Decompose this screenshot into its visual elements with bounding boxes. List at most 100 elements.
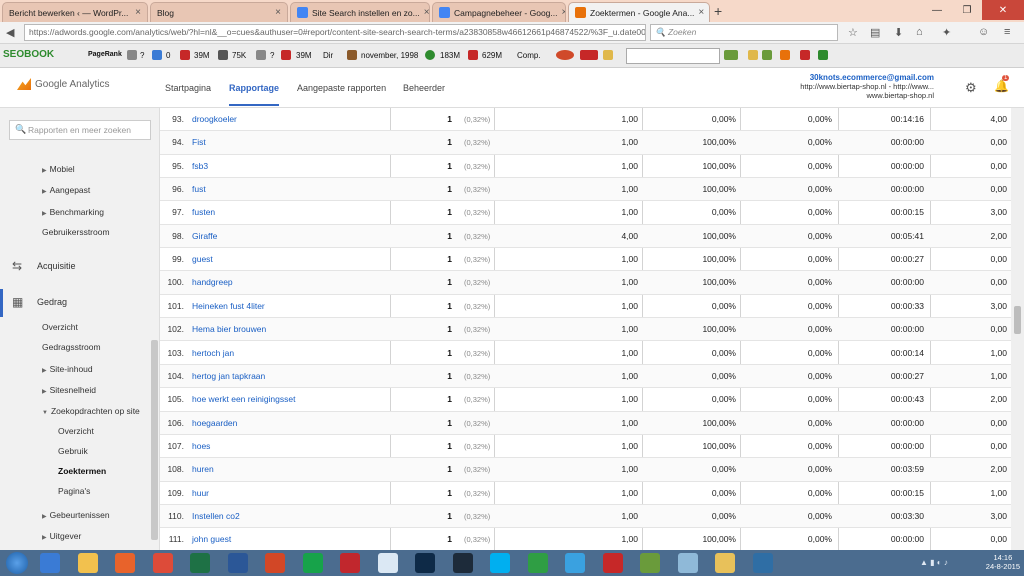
search-term-link[interactable]: droogkoeler: [192, 114, 237, 124]
search-term-link[interactable]: Heineken fust 4liter: [192, 301, 265, 311]
page-scrollbar[interactable]: [1011, 108, 1024, 550]
search-term-link[interactable]: huren: [192, 464, 214, 474]
browser-tab[interactable]: Campagnebeheer - Goog... ×: [432, 2, 566, 22]
taskbar-app-icon[interactable]: [190, 553, 210, 573]
sidebar-item-publisher[interactable]: ▶ Uitgever: [42, 531, 81, 541]
taskbar-app-icon[interactable]: [265, 553, 285, 573]
tab-admin[interactable]: Beheerder: [403, 83, 445, 93]
taskbar-app-icon[interactable]: [677, 553, 698, 573]
chat-icon[interactable]: ☺: [978, 26, 989, 38]
notification-bell-icon[interactable]: 🔔 1: [994, 75, 1010, 93]
gear-icon[interactable]: [127, 50, 137, 60]
taskbar-app-icon[interactable]: [602, 553, 623, 573]
taskbar-app-icon[interactable]: [152, 553, 173, 573]
address-bar[interactable]: https://adwords.google.com/analytics/web…: [24, 24, 646, 41]
tab-custom-reports[interactable]: Aangepaste rapporten: [297, 83, 386, 93]
sidebar-item-users-flow[interactable]: Gebruikersstroom: [42, 227, 110, 237]
browser-tab[interactable]: Blog ×: [150, 2, 288, 22]
system-clock[interactable]: 14:16 24-8-2015: [986, 553, 1020, 571]
taskbar-app-icon[interactable]: [490, 553, 510, 573]
seobook-logo[interactable]: SEOBOOK: [3, 49, 54, 60]
star-icon[interactable]: ☆: [848, 26, 858, 39]
window-close-icon[interactable]: ✕: [982, 0, 1024, 20]
gear-icon[interactable]: ⚙: [965, 80, 977, 96]
search-term-link[interactable]: fsb3: [192, 161, 208, 171]
sidebar-section-acquisition[interactable]: Acquisitie: [37, 261, 76, 271]
new-tab-icon[interactable]: +: [714, 3, 722, 19]
account-selector[interactable]: 30knots.ecommerce@gmail.com http://www.b…: [800, 73, 934, 100]
start-button[interactable]: [6, 552, 28, 574]
tag-icon[interactable]: [748, 50, 758, 60]
addon-icon[interactable]: ✦: [942, 26, 951, 39]
taskbar-app-icon[interactable]: [527, 553, 548, 573]
taskbar-app-icon[interactable]: [752, 553, 773, 573]
tab-reporting[interactable]: Rapportage: [229, 83, 280, 106]
maximize-icon[interactable]: ❐: [952, 0, 982, 20]
ring-icon[interactable]: [425, 50, 435, 60]
taskbar-app-icon[interactable]: [115, 553, 135, 573]
taskbar-app-icon[interactable]: [340, 553, 360, 573]
majestic-icon[interactable]: [281, 50, 291, 60]
search-term-link[interactable]: Giraffe: [192, 231, 217, 241]
search-term-link[interactable]: fust: [192, 184, 206, 194]
search-term-link[interactable]: fusten: [192, 207, 215, 217]
search-term-link[interactable]: handgreep: [192, 277, 233, 287]
sidebar-subitem-overview[interactable]: Overzicht: [58, 426, 94, 436]
close-icon[interactable]: ×: [275, 7, 281, 18]
archive-icon[interactable]: [347, 50, 357, 60]
close-icon[interactable]: ×: [135, 7, 141, 18]
sidebar-subitem-usage[interactable]: Gebruik: [58, 446, 88, 456]
seo-search-input[interactable]: [626, 48, 720, 64]
search-term-link[interactable]: hertoch jan: [192, 348, 234, 358]
report-search-input[interactable]: 🔍 Rapporten en meer zoeken: [9, 120, 151, 140]
leaf-icon[interactable]: [762, 50, 772, 60]
search-term-link[interactable]: Instellen co2: [192, 511, 240, 521]
taskbar-app-icon[interactable]: [377, 553, 398, 573]
taskbar-app-icon[interactable]: [40, 553, 60, 573]
close-icon[interactable]: ×: [424, 7, 429, 18]
home-icon[interactable]: ⌂: [916, 26, 923, 38]
search-term-link[interactable]: Hema bier brouwen: [192, 324, 266, 334]
taskbar-app-icon[interactable]: [77, 553, 98, 573]
majestic-icon[interactable]: [468, 50, 478, 60]
gear-icon[interactable]: [256, 50, 266, 60]
sidebar-item-overview[interactable]: Overzicht: [42, 322, 78, 332]
sidebar-subitem-search-terms[interactable]: Zoektermen: [58, 466, 106, 476]
pages-icon[interactable]: [800, 50, 810, 60]
ufo-icon[interactable]: [556, 50, 574, 60]
sidebar-item-events[interactable]: ▶ Gebeurtenissen: [42, 510, 110, 520]
browser-search-input[interactable]: 🔍 Zoeken: [650, 24, 838, 41]
sidebar-item-custom[interactable]: ▶ Aangepast: [42, 185, 90, 195]
sidebar-section-behavior[interactable]: Gedrag: [37, 297, 67, 307]
taskbar-app-icon[interactable]: [565, 553, 585, 573]
search-term-link[interactable]: hoes: [192, 441, 210, 451]
sidebar-scrollbar[interactable]: [151, 340, 158, 540]
close-icon[interactable]: ×: [698, 7, 704, 18]
sidebar-item-mobile[interactable]: ▶ Mobiel: [42, 164, 75, 174]
link-icon[interactable]: [152, 50, 162, 60]
taskbar-app-icon[interactable]: [302, 553, 323, 573]
download-icon[interactable]: ⬇: [894, 26, 903, 39]
search-term-link[interactable]: guest: [192, 254, 213, 264]
search-term-link[interactable]: hoegaarden: [192, 418, 237, 428]
rss-icon[interactable]: [780, 50, 790, 60]
taskbar-app-icon[interactable]: [640, 553, 660, 573]
close-icon[interactable]: ×: [561, 7, 565, 18]
sidebar-item-site-search[interactable]: ▼ Zoekopdrachten op site: [42, 406, 140, 416]
taskbar-app-icon[interactable]: [452, 553, 473, 573]
taskbar-app-icon[interactable]: [715, 553, 735, 573]
menu-icon[interactable]: ≡: [1004, 26, 1010, 38]
tab-home[interactable]: Startpagina: [165, 83, 211, 93]
system-tray-icons[interactable]: ▲ ▮ ◐ ♪: [920, 558, 948, 567]
taskbar-app-icon[interactable]: [415, 553, 435, 573]
sidebar-item-behavior-flow[interactable]: Gedragsstroom: [42, 342, 101, 352]
search-term-link[interactable]: hoe werkt een reinigingsset: [192, 394, 295, 404]
search-term-link[interactable]: Fist: [192, 137, 206, 147]
sidebar-item-site-speed[interactable]: ▶ Sitesnelheid: [42, 385, 96, 395]
back-icon[interactable]: ◀: [6, 26, 14, 39]
taskbar-app-icon[interactable]: [227, 553, 248, 573]
note-icon[interactable]: [603, 50, 613, 60]
browser-tab[interactable]: Bericht bewerken ‹ — WordPr... ×: [2, 2, 148, 22]
scrollbar-thumb[interactable]: [1014, 306, 1021, 334]
x-icon[interactable]: [580, 50, 598, 60]
